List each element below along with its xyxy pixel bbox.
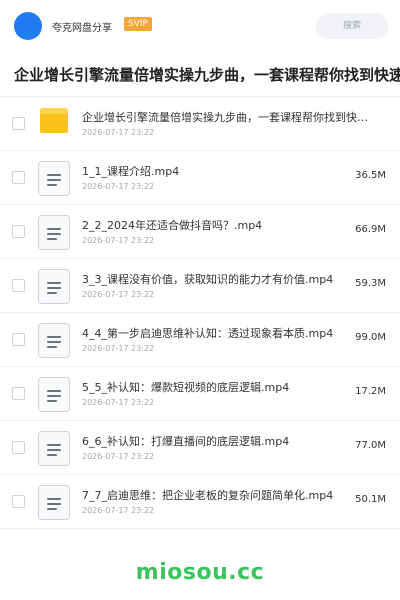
item-name: 3_3_课程没有价值，获取知识的能力才有价值.mp4 — [82, 273, 334, 286]
list-item[interactable]: 2_2_2024年还适合做抖音吗？.mp4 2026-07-17 23:22 6… — [0, 205, 400, 259]
item-date: 2026-07-17 23:22 — [82, 290, 155, 299]
watermark-text: miosou.cc — [135, 560, 265, 585]
brand-name: 夸克网盘分享 — [52, 23, 112, 34]
list-item[interactable]: 7_7_启迪思维：把企业老板的复杂问题简单化.mp4 2026-07-17 23… — [0, 475, 400, 529]
item-name: 1_1_课程介绍.mp4 — [82, 165, 180, 178]
item-date: 2026-07-17 23:22 — [82, 128, 155, 137]
list-item[interactable]: 企业增长引擎流量倍增实操九步曲，一套课程帮你找到快速… 2026-07-17 2… — [0, 97, 400, 151]
item-size: 17.2M — [355, 386, 386, 397]
list-item[interactable]: 1_1_课程介绍.mp4 2026-07-17 23:22 36.5M — [0, 151, 400, 205]
list-item[interactable]: 5_5_补认知：爆款短视频的底层逻辑.mp4 2026-07-17 23:22 … — [0, 367, 400, 421]
item-date: 2026-07-17 23:22 — [82, 398, 155, 407]
file-icon — [38, 323, 70, 358]
checkbox[interactable] — [12, 117, 25, 130]
file-icon — [38, 431, 70, 466]
item-size: 59.3M — [355, 278, 386, 289]
page-title: 企业增长引擎流量倍增实操九步曲，一套课程帮你找到快速 — [14, 66, 400, 84]
checkbox[interactable] — [12, 333, 25, 346]
item-size: 99.0M — [355, 332, 386, 343]
item-date: 2026-07-17 23:22 — [82, 182, 155, 191]
item-name: 2_2_2024年还适合做抖音吗？.mp4 — [82, 219, 263, 232]
list-item[interactable]: 3_3_课程没有价值，获取知识的能力才有价值.mp4 2026-07-17 23… — [0, 259, 400, 313]
file-icon — [38, 269, 70, 304]
svip-badge: SVIP — [124, 17, 152, 31]
top-bar: 夸克网盘分享 SVIP 搜索 — [0, 0, 400, 52]
checkbox[interactable] — [12, 279, 25, 292]
file-icon — [38, 377, 70, 412]
item-date: 2026-07-17 23:22 — [82, 236, 155, 245]
checkbox[interactable] — [12, 387, 25, 400]
item-name: 6_6_补认知：打爆直播间的底层逻辑.mp4 — [82, 435, 290, 448]
file-icon — [38, 161, 70, 196]
checkbox[interactable] — [12, 495, 25, 508]
user-avatar[interactable] — [14, 12, 42, 40]
checkbox[interactable] — [12, 441, 25, 454]
checkbox[interactable] — [12, 171, 25, 184]
item-name: 5_5_补认知：爆款短视频的底层逻辑.mp4 — [82, 381, 290, 394]
checkbox[interactable] — [12, 225, 25, 238]
file-icon — [38, 215, 70, 250]
file-icon — [38, 485, 70, 520]
item-date: 2026-07-17 23:22 — [82, 506, 155, 515]
list-item[interactable]: 4_4_第一步启迪思维补认知：透过现象看本质.mp4 2026-07-17 23… — [0, 313, 400, 367]
folder-icon — [40, 108, 68, 133]
item-size: 36.5M — [355, 170, 386, 181]
item-size: 50.1M — [355, 494, 386, 505]
item-size: 77.0M — [355, 440, 386, 451]
item-date: 2026-07-17 23:22 — [82, 344, 155, 353]
item-name: 4_4_第一步启迪思维补认知：透过现象看本质.mp4 — [82, 327, 334, 340]
item-name: 企业增长引擎流量倍增实操九步曲，一套课程帮你找到快速… — [82, 111, 372, 124]
item-size: 66.9M — [355, 224, 386, 235]
item-date: 2026-07-17 23:22 — [82, 452, 155, 461]
file-list: 企业增长引擎流量倍增实操九步曲，一套课程帮你找到快速… 2026-07-17 2… — [0, 97, 400, 529]
search-input[interactable]: 搜索 — [316, 13, 388, 39]
list-item[interactable]: 6_6_补认知：打爆直播间的底层逻辑.mp4 2026-07-17 23:22 … — [0, 421, 400, 475]
item-name: 7_7_启迪思维：把企业老板的复杂问题简单化.mp4 — [82, 489, 334, 502]
